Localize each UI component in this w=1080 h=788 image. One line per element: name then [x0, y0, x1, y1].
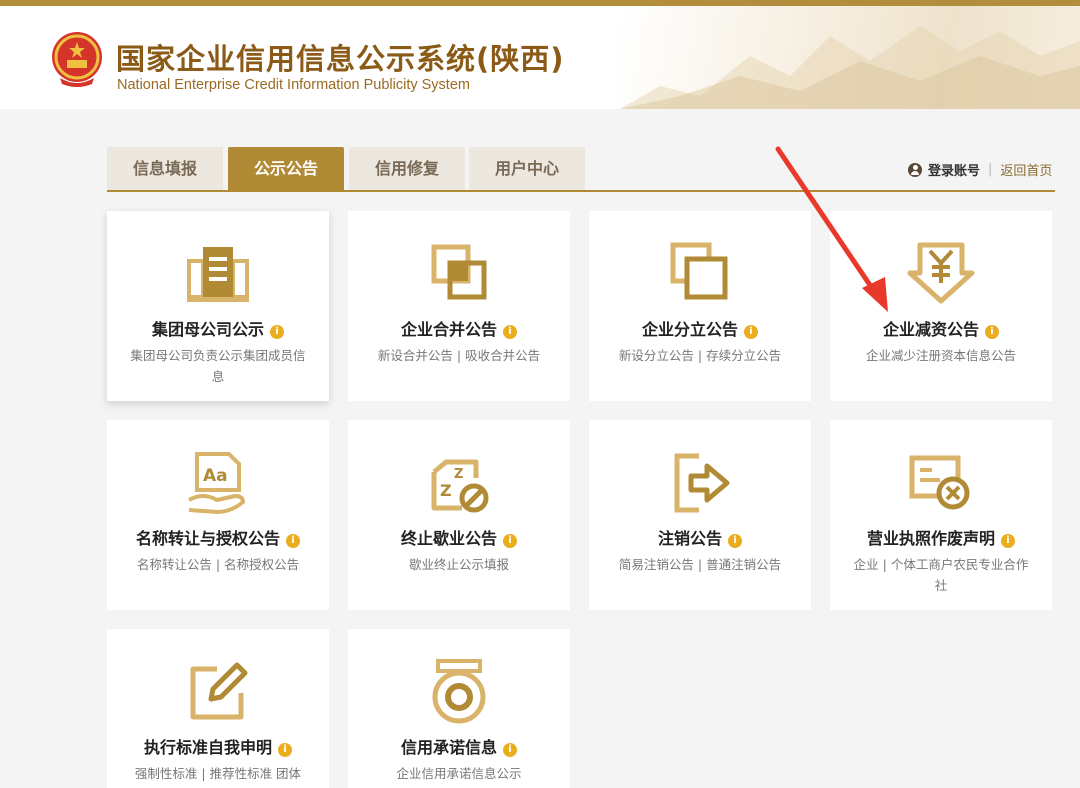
card-split[interactable]: 企业分立公告 i 新设分立公告 | 存续分立公告	[589, 211, 811, 401]
info-icon[interactable]: i	[503, 534, 517, 548]
card-title: 集团母公司公示 i	[107, 316, 329, 340]
card-title: 执行标准自我申明 i	[107, 734, 329, 758]
svg-text:Z: Z	[454, 467, 463, 482]
card-title: 企业合并公告 i	[348, 316, 570, 340]
card-title: 注销公告 i	[589, 525, 811, 549]
national-emblem-icon	[52, 32, 102, 87]
merge-icon	[431, 244, 487, 300]
tab-user-center[interactable]: 用户中心	[469, 147, 585, 190]
info-icon[interactable]: i	[503, 325, 517, 339]
header-mountain-art	[620, 6, 1080, 109]
tab-public-notice[interactable]: 公示公告	[228, 147, 344, 190]
card-desc: 集团母公司负责公示集团成员信息	[130, 348, 306, 384]
medal-icon	[432, 659, 486, 724]
sleep-stop-icon: Z Z	[431, 459, 489, 513]
tab-underline	[107, 190, 1055, 192]
info-icon[interactable]: i	[744, 325, 758, 339]
site-header: 国家企业信用信息公示系统(陕西) National Enterprise Cre…	[0, 6, 1080, 109]
svg-text:Aa: Aa	[203, 466, 228, 486]
info-icon[interactable]: i	[270, 325, 284, 339]
card-desc: 歇业终止公示填报	[408, 557, 509, 572]
card-deregistration[interactable]: 注销公告 i 简易注销公告 | 普通注销公告	[589, 420, 811, 610]
card-title: 营业执照作废声明 i	[830, 525, 1052, 549]
card-credit-commitment[interactable]: 信用承诺信息 i 企业信用承诺信息公示	[348, 629, 570, 788]
card-title: 终止歇业公告 i	[348, 525, 570, 549]
card-license-void[interactable]: 营业执照作废声明 i 企业 | 个体工商户农民专业合作社	[830, 420, 1052, 610]
card-desc: 强制性标准 | 推荐性标准 团体	[134, 766, 302, 781]
yuan-down-icon	[907, 242, 975, 304]
card-title: 名称转让与授权公告 i	[107, 525, 329, 549]
license-void-icon	[909, 455, 970, 510]
info-icon[interactable]: i	[503, 743, 517, 757]
card-standard-declaration[interactable]: 执行标准自我申明 i 强制性标准 | 推荐性标准 团体	[107, 629, 329, 788]
card-title: 企业减资公告 i	[830, 316, 1052, 340]
building-icon	[187, 247, 249, 302]
tab-credit-repair[interactable]: 信用修复	[349, 147, 465, 190]
card-desc: 新设合并公告 | 吸收合并公告	[377, 348, 541, 363]
site-subtitle: National Enterprise Credit Information P…	[117, 77, 470, 93]
home-link[interactable]: 返回首页	[1000, 160, 1052, 179]
account-links: 登录账号 | 返回首页	[908, 160, 1052, 179]
card-group-parent[interactable]: 集团母公司公示 i 集团母公司负责公示集团成员信息	[107, 211, 329, 401]
tab-info-fill[interactable]: 信息填报	[107, 147, 223, 190]
login-link[interactable]: 登录账号	[928, 160, 980, 179]
info-icon[interactable]: i	[728, 534, 742, 548]
card-desc: 企业减少注册资本信息公告	[865, 348, 1016, 363]
card-title: 企业分立公告 i	[589, 316, 811, 340]
card-desc: 新设分立公告 | 存续分立公告	[618, 348, 782, 363]
edit-icon	[190, 662, 248, 720]
info-icon[interactable]: i	[1001, 534, 1015, 548]
user-icon	[908, 162, 922, 177]
card-name-transfer[interactable]: Aa 名称转让与授权公告 i 名称转让公告 | 名称授权公告	[107, 420, 329, 610]
split-icon	[670, 242, 728, 300]
card-desc: 企业信用承诺信息公示	[396, 766, 522, 781]
svg-text:Z: Z	[440, 481, 452, 500]
info-icon[interactable]: i	[278, 743, 292, 757]
divider: |	[988, 162, 993, 177]
site-title: 国家企业信用信息公示系统(陕西)	[116, 42, 565, 76]
card-suspension-end[interactable]: Z Z 终止歇业公告 i 歇业终止公示填报	[348, 420, 570, 610]
card-desc: 简易注销公告 | 普通注销公告	[618, 557, 782, 572]
exit-icon	[674, 453, 730, 513]
card-merge[interactable]: 企业合并公告 i 新设合并公告 | 吸收合并公告	[348, 211, 570, 401]
card-desc: 企业 | 个体工商户农民专业合作社	[853, 557, 1029, 593]
name-transfer-icon: Aa	[188, 452, 245, 514]
card-capital-reduction[interactable]: 企业减资公告 i 企业减少注册资本信息公告	[830, 211, 1052, 401]
card-title: 信用承诺信息 i	[348, 734, 570, 758]
info-icon[interactable]: i	[286, 534, 300, 548]
info-icon[interactable]: i	[985, 325, 999, 339]
card-desc: 名称转让公告 | 名称授权公告	[136, 557, 300, 572]
